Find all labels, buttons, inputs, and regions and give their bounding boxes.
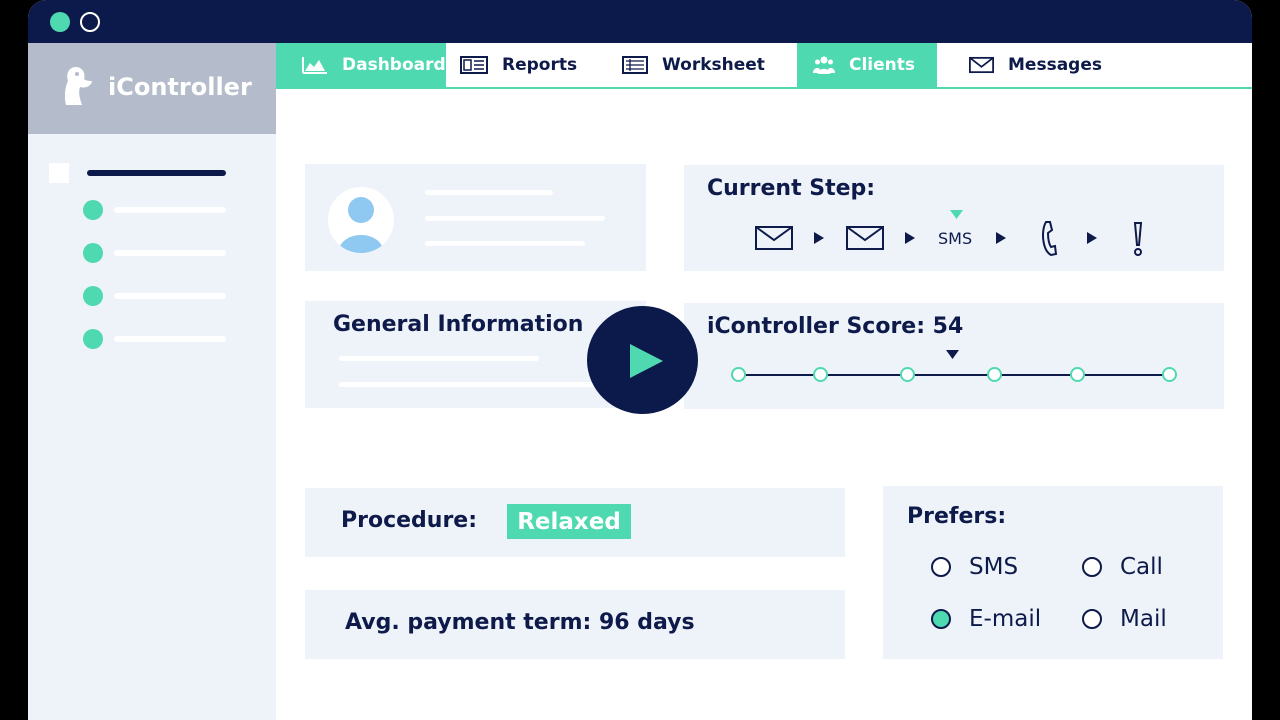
arrow-right-icon [905,232,915,244]
envelope-icon [969,56,995,74]
score-node [1070,367,1085,382]
procedure-label: Procedure: [341,508,478,533]
current-step-title: Current Step: [707,176,876,201]
sidebar-item[interactable] [83,329,228,349]
score-title: iController Score: 54 [707,314,964,339]
tab-bar: Dashboard Reports Worksheet Clients Mess… [276,43,1252,89]
score-node [813,367,828,382]
current-step-card: Current Step: SMS [684,165,1224,271]
alert-step-icon [1133,222,1143,256]
tab-clients[interactable]: Clients [797,43,937,87]
score-node [731,367,746,382]
score-node [987,367,1002,382]
prefer-option-sms[interactable]: SMS [931,554,1018,580]
avatar [328,187,394,253]
sidebar-item[interactable] [83,286,228,306]
sidebar-item[interactable] [83,200,228,220]
radio-mail[interactable] [1082,609,1102,629]
email-step-icon [846,226,884,250]
bullet-icon [83,200,103,220]
sidebar-heading-placeholder [87,170,226,176]
users-icon [813,56,835,74]
radio-email[interactable] [931,609,951,629]
payment-term-text: Avg. payment term: 96 days [345,610,695,635]
brand-name: iController [108,73,252,101]
prefer-option-mail[interactable]: Mail [1082,606,1167,632]
score-marker-icon [946,350,959,359]
sidebar-checkbox[interactable] [49,163,69,183]
penguin-logo-icon [64,67,92,105]
sidebar: iController [28,43,276,720]
score-track [738,374,1170,376]
user-icon [338,197,384,253]
sms-step-label: SMS [938,229,973,248]
phone-step-icon [1042,221,1058,256]
payment-term-card: Avg. payment term: 96 days [305,590,845,659]
prefer-option-email[interactable]: E-mail [931,606,1041,632]
radio-call[interactable] [1082,557,1102,577]
arrow-right-icon [1087,232,1097,244]
prefer-option-call[interactable]: Call [1082,554,1163,580]
report-icon [460,56,488,74]
window-dot-green[interactable] [50,12,70,32]
worksheet-icon [622,56,648,74]
play-button[interactable] [587,306,698,414]
radio-sms[interactable] [931,557,951,577]
procedure-card: Procedure: Relaxed [305,488,845,557]
prefers-card: Prefers: SMS Call E-mail Mail [883,486,1223,659]
window-dot-outline[interactable] [80,12,100,32]
client-profile-card [305,164,646,271]
bullet-icon [83,286,103,306]
chart-area-icon [302,57,327,74]
email-step-icon [755,226,793,250]
score-card: iController Score: 54 [684,303,1224,409]
tab-reports[interactable]: Reports [460,43,610,87]
brand-header: iController [28,43,276,134]
tab-messages[interactable]: Messages [942,43,1102,87]
bullet-icon [83,329,103,349]
score-node [1162,367,1177,382]
arrow-right-icon [996,232,1006,244]
active-step-marker-icon [950,210,963,219]
tab-worksheet[interactable]: Worksheet [622,43,782,87]
sidebar-item[interactable] [83,243,228,263]
title-bar [28,0,1252,43]
procedure-badge: Relaxed [507,504,631,539]
score-node [900,367,915,382]
general-information-title: General Information [333,312,584,337]
tab-dashboard[interactable]: Dashboard [276,43,446,87]
arrow-right-icon [814,232,824,244]
bullet-icon [83,243,103,263]
prefers-title: Prefers: [907,504,1007,529]
